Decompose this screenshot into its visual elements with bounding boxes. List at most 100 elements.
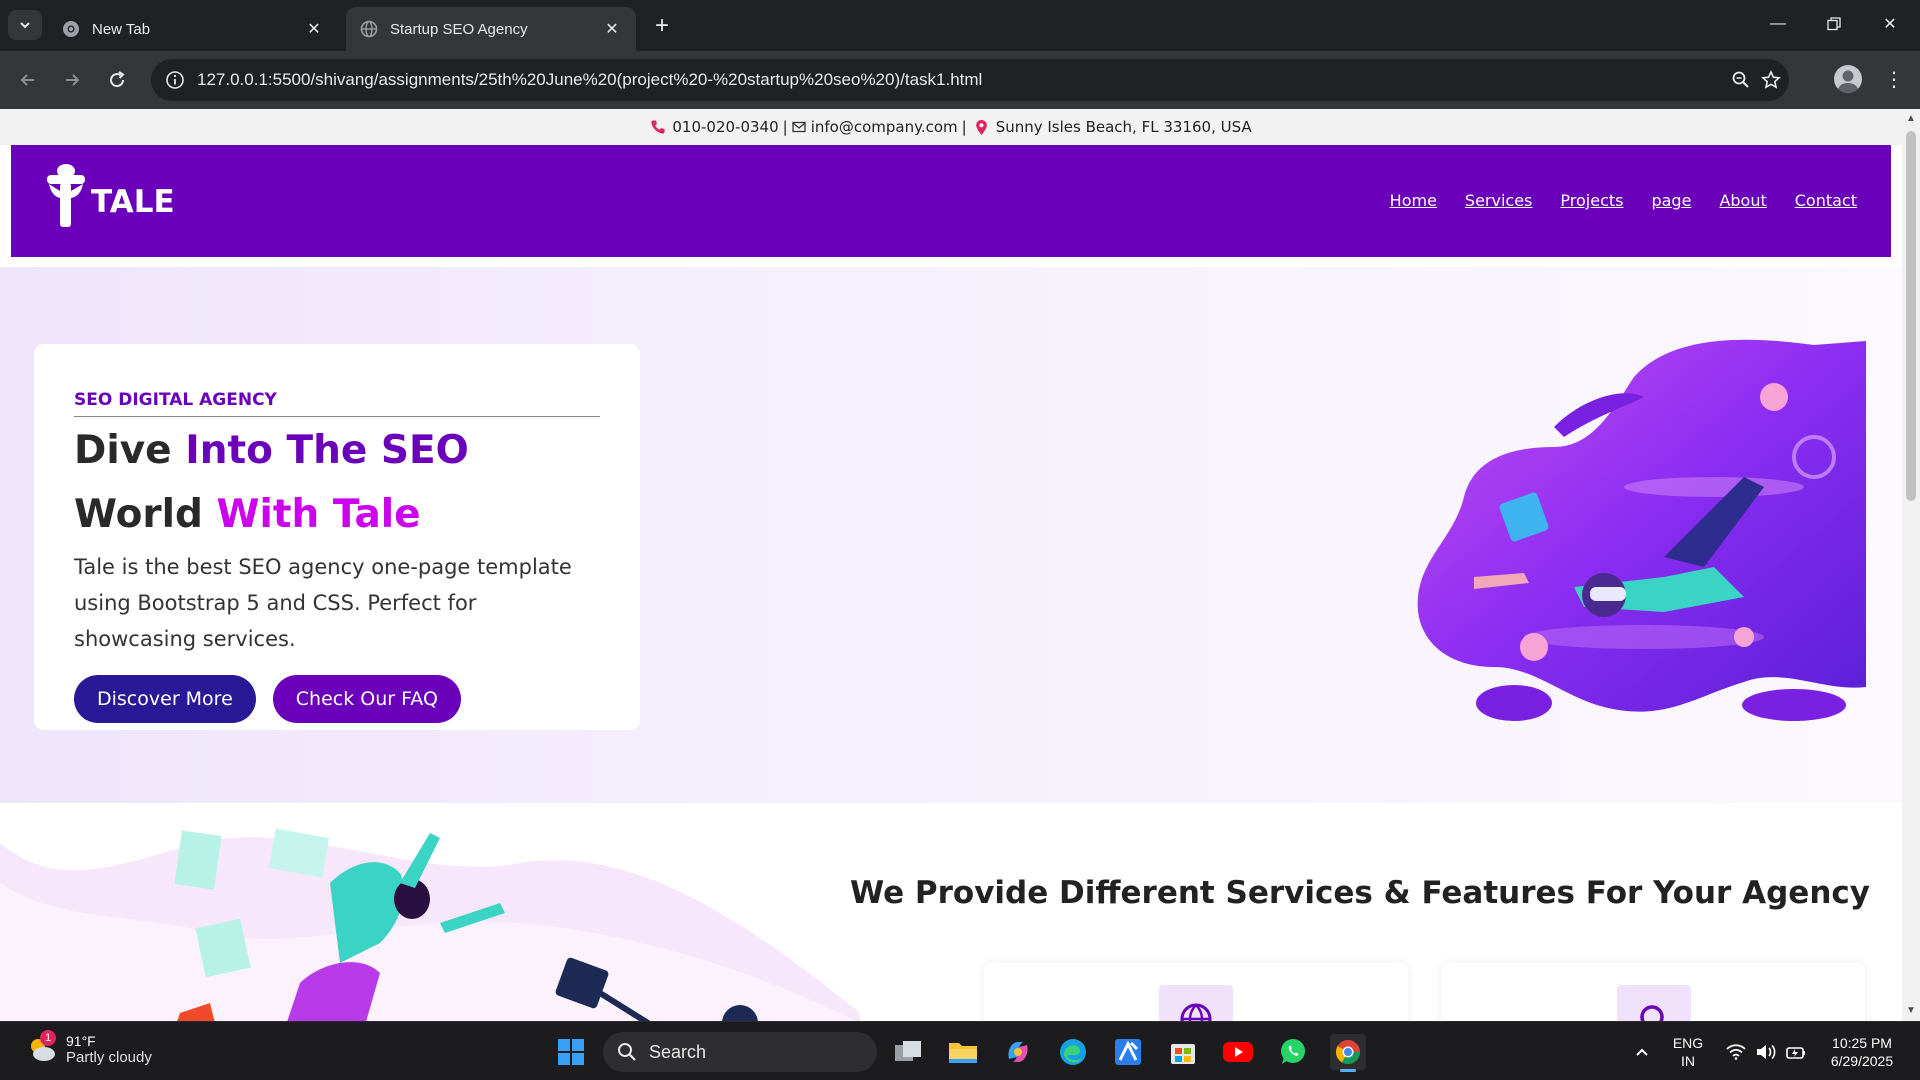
weather-widget[interactable]: 1 91°F Partly cloudy — [24, 1030, 152, 1066]
scrollbar-thumb[interactable] — [1906, 131, 1916, 501]
site-info-icon[interactable] — [165, 70, 185, 90]
minimize-icon: — — [1770, 15, 1786, 32]
battery-icon[interactable] — [1778, 1034, 1814, 1070]
hero-card: SEO DIGITAL AGENCY Dive Into The SEO Wor… — [34, 344, 640, 730]
close-icon[interactable]: ✕ — [602, 19, 622, 39]
site-logo[interactable]: TALE — [45, 163, 175, 231]
url-text: 127.0.0.1:5500/shivang/assignments/25th%… — [197, 70, 983, 89]
scroll-down-arrow-icon[interactable]: ▼ — [1905, 1005, 1917, 1017]
headline-part: World — [74, 492, 217, 537]
task-view-icon[interactable] — [890, 1034, 926, 1070]
hero-description: Tale is the best SEO agency one-page tem… — [74, 555, 572, 651]
file-explorer-icon[interactable] — [945, 1034, 981, 1070]
nav-link-page[interactable]: page — [1651, 191, 1691, 210]
chrome-taskbar-icon[interactable] — [1330, 1034, 1366, 1072]
search-label: Search — [649, 1041, 707, 1062]
reload-button[interactable] — [101, 64, 133, 96]
services-title: We Provide Different Services & Features… — [849, 875, 1870, 911]
plus-icon: + — [654, 12, 669, 39]
tab-title: New Tab — [92, 20, 151, 38]
nav-link-home[interactable]: Home — [1390, 191, 1437, 210]
discover-more-button[interactable]: Discover More — [74, 675, 256, 723]
windows-taskbar: 1 91°F Partly cloudy Search ENG IN 10:25… — [0, 1021, 1920, 1080]
nav-link-contact[interactable]: Contact — [1795, 191, 1857, 210]
hero-section: SEO DIGITAL AGENCY Dive Into The SEO Wor… — [0, 267, 1902, 803]
page-viewport: 010-020-0340 | info@company.com | Sunny … — [0, 109, 1902, 1021]
forward-button[interactable] — [56, 64, 88, 96]
whatsapp-icon[interactable] — [1275, 1034, 1311, 1070]
services-illustration — [0, 828, 860, 1021]
main-menu: Home Services Projects page About Contac… — [1390, 191, 1857, 210]
logo-mark-icon — [47, 164, 85, 227]
search-icon — [618, 1043, 636, 1061]
new-tab-button[interactable]: + — [648, 12, 676, 40]
seo-globe-icon — [1159, 985, 1233, 1021]
language-indicator[interactable]: ENG IN — [1664, 1034, 1712, 1070]
headline-part: Dive — [74, 428, 186, 473]
weather-condition: Partly cloudy — [66, 1048, 152, 1066]
page-scrollbar[interactable]: ▲ ▼ — [1902, 109, 1920, 1021]
tab-new-tab[interactable]: New Tab ✕ — [48, 7, 338, 51]
address-text: Sunny Isles Beach, FL 33160, USA — [995, 118, 1252, 136]
weather-badge: 1 — [40, 1030, 56, 1046]
browser-tab-bar: New Tab ✕ Startup SEO Agency ✕ + — ✕ — [0, 0, 1920, 51]
clock[interactable]: 10:25 PM 6/29/2025 — [1814, 1034, 1910, 1070]
hero-eyebrow: SEO DIGITAL AGENCY — [74, 390, 600, 417]
lang-bottom: IN — [1681, 1053, 1695, 1069]
profile-avatar[interactable] — [1834, 65, 1862, 93]
windows-start-icon[interactable] — [553, 1034, 589, 1070]
app-drawing-icon[interactable] — [1110, 1034, 1146, 1070]
mail-icon — [792, 121, 806, 133]
close-window-button[interactable]: ✕ — [1870, 8, 1910, 40]
headline-highlight: Into The SEO — [185, 428, 469, 473]
taskbar-search[interactable]: Search — [603, 1032, 877, 1072]
browser-menu-button[interactable]: ⋮ — [1880, 65, 1908, 93]
microsoft-store-icon[interactable] — [1165, 1034, 1201, 1070]
close-icon: ✕ — [1883, 16, 1897, 33]
service-card[interactable] — [984, 963, 1408, 1021]
nav-link-about[interactable]: About — [1719, 191, 1766, 210]
tab-startup-seo-agency[interactable]: Startup SEO Agency ✕ — [346, 7, 636, 51]
nav-link-projects[interactable]: Projects — [1560, 191, 1623, 210]
hero-buttons: Discover More Check Our FAQ — [74, 675, 600, 723]
tab-search-button[interactable] — [8, 10, 42, 40]
tab-title: Startup SEO Agency — [390, 20, 528, 38]
browser-toolbar: 127.0.0.1:5500/shivang/assignments/25th%… — [0, 51, 1920, 109]
hero-headline: Dive Into The SEO World With Tale — [74, 419, 600, 547]
edge-browser-icon[interactable] — [1055, 1034, 1091, 1070]
clock-date: 6/29/2025 — [1830, 1053, 1894, 1069]
zoom-icon[interactable] — [1729, 68, 1753, 92]
globe-icon — [360, 20, 378, 38]
map-pin-icon — [975, 119, 988, 136]
close-icon[interactable]: ✕ — [304, 19, 324, 39]
address-bar[interactable]: 127.0.0.1:5500/shivang/assignments/25th%… — [151, 59, 1789, 101]
active-indicator — [1340, 1069, 1356, 1072]
partly-cloudy-icon: 1 — [24, 1030, 58, 1066]
phone-text: 010-020-0340 — [672, 118, 779, 136]
search-icon — [1617, 985, 1691, 1021]
separator: | — [782, 118, 788, 136]
chevron-up-icon[interactable] — [1624, 1034, 1660, 1070]
restore-button[interactable] — [1814, 8, 1854, 40]
back-button[interactable] — [12, 64, 44, 96]
service-card[interactable] — [1441, 963, 1865, 1021]
minimize-button[interactable]: — — [1758, 8, 1798, 40]
restore-icon — [1827, 17, 1841, 31]
nav-link-services[interactable]: Services — [1465, 191, 1532, 210]
site-navbar: TALE Home Services Projects page About C… — [11, 145, 1891, 257]
clock-time: 10:25 PM — [1832, 1035, 1892, 1051]
youtube-icon[interactable] — [1220, 1034, 1256, 1070]
more-vertical-icon: ⋮ — [1884, 68, 1904, 91]
top-info-bar: 010-020-0340 | info@company.com | Sunny … — [0, 109, 1902, 145]
copilot-icon[interactable] — [1000, 1034, 1036, 1070]
lang-top: ENG — [1672, 1035, 1704, 1051]
phone-icon — [650, 119, 666, 135]
reload-icon — [110, 71, 125, 88]
scroll-up-arrow-icon[interactable]: ▲ — [1905, 113, 1917, 125]
check-faq-button[interactable]: Check Our FAQ — [272, 675, 461, 723]
logo-text: TALE — [91, 184, 175, 220]
headline-highlight: With Tale — [216, 492, 421, 537]
bookmark-star-icon[interactable] — [1759, 68, 1783, 92]
arrow-left-icon — [20, 74, 34, 86]
separator: | — [961, 118, 967, 136]
